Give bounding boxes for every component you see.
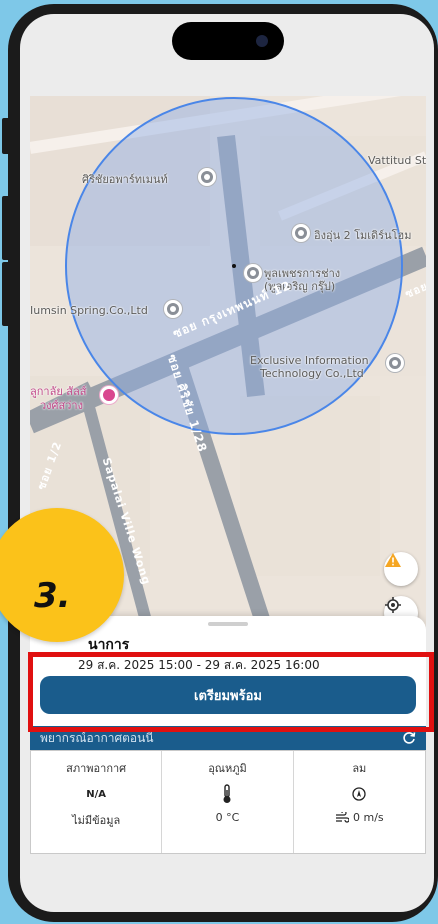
phone-volume-down <box>2 262 10 326</box>
phone-mockup: ศิริชัยอพาร์ทเมนท์ Vattitud St อิงอุ่น 2… <box>0 0 438 924</box>
poi-label: Technology Co.,Ltd <box>260 367 364 380</box>
warning-button[interactable] <box>384 552 418 586</box>
wind-value: 0 m/s <box>335 811 384 824</box>
poi-pin[interactable] <box>100 386 118 404</box>
phone-side-button <box>2 118 10 154</box>
column-heading: ลม <box>352 762 367 775</box>
weather-status: ไม่มีข้อมูล <box>72 814 121 827</box>
poi-label: ศิริชัยอพาร์ทเมนท์ <box>82 173 168 186</box>
poi-pin[interactable] <box>386 354 404 372</box>
poi-pin[interactable] <box>164 300 182 318</box>
poi-label: วงศ์สว่าง <box>40 399 83 412</box>
app-screen: ศิริชัยอพาร์ทเมนท์ Vattitud St อิงอุ่น 2… <box>30 96 426 854</box>
camera-icon <box>256 35 268 47</box>
poi-pin[interactable] <box>292 224 310 242</box>
column-heading: สภาพอากาศ <box>66 762 127 775</box>
dynamic-island <box>172 22 284 60</box>
poi-label: Exclusive Information <box>250 354 369 367</box>
poi-label: Iumsin Spring.Co.,Ltd <box>30 304 148 317</box>
temperature-value: 0 °C <box>215 811 240 824</box>
wind-column: ลม 0 m/s <box>294 751 425 853</box>
sheet-grabber[interactable] <box>208 622 248 626</box>
warning-icon <box>385 553 401 567</box>
step-number: 3. <box>34 576 71 616</box>
compass-icon <box>352 785 366 803</box>
column-heading: อุณหภูมิ <box>208 762 247 775</box>
wind-icon <box>335 811 349 823</box>
refresh-icon[interactable] <box>402 731 416 745</box>
thermometer-icon <box>221 784 233 803</box>
wind-speed: 0 m/s <box>352 811 384 824</box>
phone-volume-up <box>2 196 10 260</box>
highlight-box <box>28 652 434 732</box>
temperature-column: อุณหภูมิ 0 °C <box>162 751 294 853</box>
poi-label: อิงอุ่น 2 โมเดิร์นโฮม <box>314 229 412 242</box>
weather-value: N/A <box>86 788 107 800</box>
poi-pin[interactable] <box>198 168 216 186</box>
forecast-table: สภาพอากาศ N/A ไม่มีข้อมูล อุณหภูมิ 0 °C <box>30 750 426 854</box>
weather-column: สภาพอากาศ N/A ไม่มีข้อมูล <box>31 751 163 853</box>
poi-pin[interactable] <box>244 264 262 282</box>
crosshair-icon <box>385 597 401 613</box>
poi-label: Vattitud St <box>368 154 426 167</box>
